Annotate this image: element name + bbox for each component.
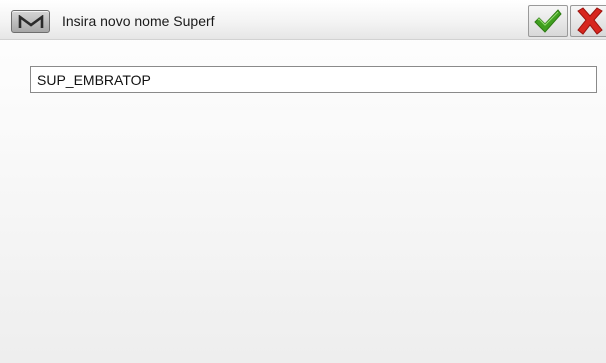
cancel-button[interactable] bbox=[570, 5, 606, 37]
surface-name-input[interactable] bbox=[30, 66, 597, 93]
m-logo-icon bbox=[18, 14, 43, 28]
close-icon bbox=[577, 7, 603, 35]
checkmark-icon bbox=[534, 9, 562, 33]
title-bar: Insira novo nome Superf bbox=[0, 0, 606, 40]
menu-button[interactable] bbox=[11, 10, 50, 33]
confirm-button[interactable] bbox=[528, 5, 568, 37]
dialog-title: Insira novo nome Superf bbox=[62, 13, 215, 29]
